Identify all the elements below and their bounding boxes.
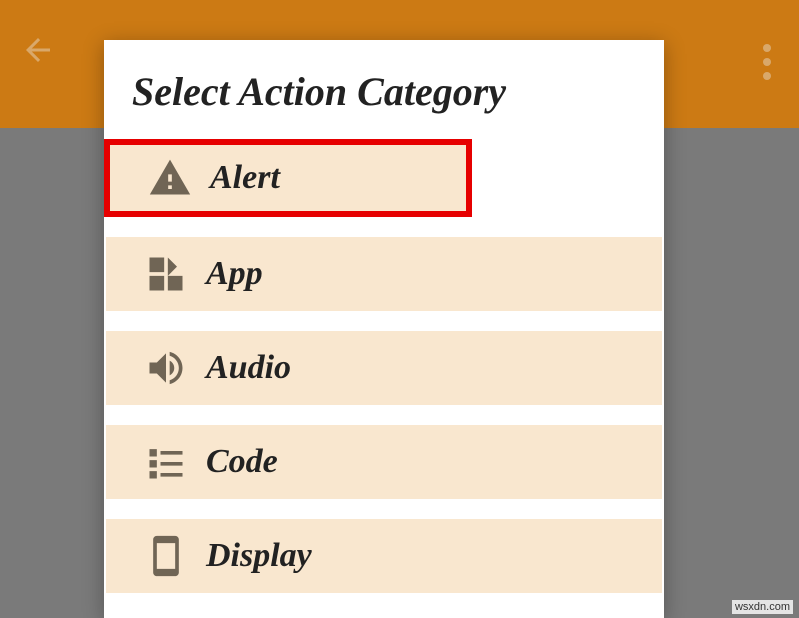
category-label: Display [206,537,312,575]
category-item-alert[interactable]: Alert [104,139,472,217]
category-label: App [206,255,263,293]
more-menu-button[interactable] [763,44,771,80]
watermark: wsxdn.com [732,600,793,614]
back-button[interactable] [20,32,56,77]
category-label: Code [206,443,278,481]
category-item-app[interactable]: App [106,237,662,311]
category-item-audio[interactable]: Audio [106,331,662,405]
alert-triangle-icon [130,156,210,200]
category-item-code[interactable]: Code [106,425,662,499]
category-list: Alert App Audio Code Dis [104,139,664,593]
category-label: Audio [206,349,291,387]
action-category-dialog: Select Action Category Alert App Audio [104,40,664,618]
dialog-title: Select Action Category [104,40,664,139]
volume-icon [126,346,206,390]
widgets-icon [126,252,206,296]
phone-icon [126,534,206,578]
category-label: Alert [210,159,280,197]
category-item-display[interactable]: Display [106,519,662,593]
list-icon [126,440,206,484]
